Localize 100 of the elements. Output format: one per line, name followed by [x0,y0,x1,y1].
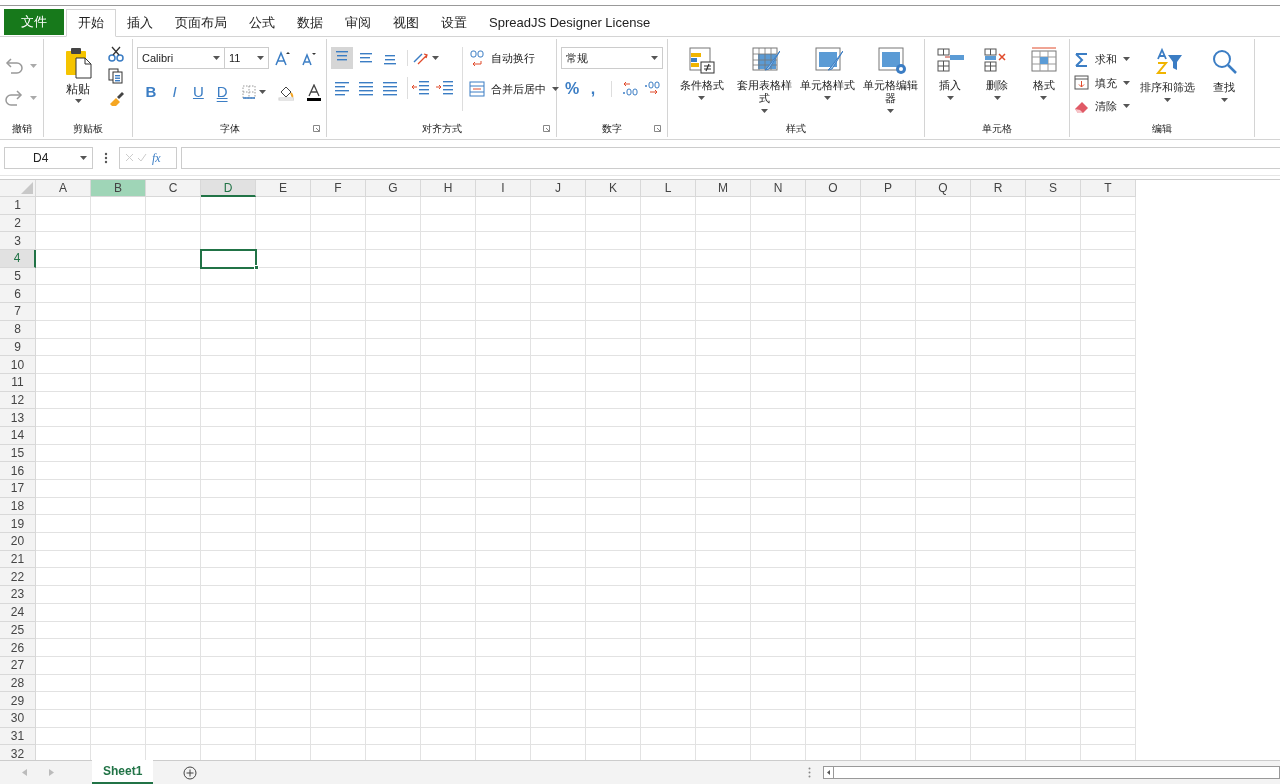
wrap-text-button[interactable]: 自动换行 [469,49,559,67]
column-header[interactable]: A [36,180,91,197]
orientation-button[interactable] [407,50,439,66]
column-header[interactable]: R [971,180,1026,197]
redo-button[interactable] [4,88,37,108]
font-name-dropdown[interactable]: Calibri [137,47,225,69]
horizontal-scrollbar[interactable] [823,766,1280,779]
select-all-triangle-icon[interactable] [21,182,33,194]
number-style-button[interactable]: , [587,77,599,101]
row-header[interactable]: 23 [0,586,36,604]
cut-button[interactable] [108,46,124,62]
ribbon-large-button[interactable]: 单元格编辑器 [861,45,920,113]
ribbon-tab[interactable]: 视图 [382,9,430,36]
dialog-launcher-icon[interactable] [313,125,320,132]
column-header[interactable]: S [1026,180,1081,197]
column-header[interactable]: J [531,180,586,197]
row-header[interactable]: 10 [0,356,36,374]
row-header[interactable]: 1 [0,197,36,215]
font-style-button[interactable]: U [192,81,205,104]
scroll-right-icon[interactable] [49,769,54,776]
borders-button[interactable] [242,85,266,100]
decrease-decimal-button[interactable] [644,81,660,97]
find-button[interactable]: 查找 [1209,47,1239,102]
copy-button[interactable] [108,68,124,84]
ribbon-tab[interactable]: 公式 [238,9,286,36]
add-sheet-icon[interactable] [183,765,198,780]
column-header[interactable]: B [91,180,146,197]
ribbon-large-button[interactable]: 格式 [1022,45,1065,100]
column-header[interactable]: Q [916,180,971,197]
fill-button[interactable]: 填充 [1074,74,1130,91]
row-header[interactable]: 22 [0,568,36,587]
increase-decimal-button[interactable] [622,81,638,97]
ribbon-tab[interactable]: SpreadJS Designer License [478,9,662,36]
format-painter-button[interactable] [108,90,124,106]
font-style-button[interactable]: D [216,81,228,104]
formula-input[interactable] [181,146,1280,169]
row-header[interactable]: 20 [0,533,36,551]
column-header[interactable]: M [696,180,751,197]
fill-handle[interactable] [254,265,259,271]
row-header[interactable]: 3 [0,232,36,251]
ribbon-tab[interactable]: 页面布局 [164,9,238,36]
ribbon-large-button[interactable]: 条件格式 [672,45,731,100]
clear-button[interactable]: 清除 [1074,98,1130,115]
scroll-left-icon[interactable] [22,769,27,776]
font-style-button[interactable]: B [145,81,157,104]
column-header[interactable]: D [201,180,256,197]
undo-button[interactable] [4,56,37,76]
ribbon-tab[interactable]: 开始 [66,9,116,37]
column-header[interactable]: I [476,180,531,197]
column-header[interactable]: H [421,180,476,197]
number-style-button[interactable]: % [565,77,577,101]
column-header[interactable]: K [586,180,641,197]
column-header[interactable]: C [146,180,201,197]
merge-center-button[interactable]: 合并后居中 [469,81,559,98]
cancel-icon[interactable] [125,153,134,162]
row-header[interactable]: 7 [0,303,36,321]
ribbon-large-button[interactable]: 单元格样式 [798,45,857,100]
row-header[interactable]: 13 [0,409,36,427]
dialog-launcher-icon[interactable] [543,125,550,132]
ribbon-tab[interactable]: 设置 [430,9,478,36]
ribbon-tab[interactable]: 插入 [116,9,164,36]
font-style-button[interactable]: I [168,81,181,104]
insert-function-button[interactable]: fx [152,148,161,167]
row-header[interactable]: 29 [0,692,36,710]
font-size-dropdown[interactable]: 11 [225,47,269,69]
column-header[interactable]: N [751,180,806,197]
name-box[interactable]: D4 [4,146,93,169]
active-cell-border[interactable] [200,249,257,270]
dialog-launcher-icon[interactable] [654,125,661,132]
ribbon-large-button[interactable]: 删除 [975,45,1019,100]
sort-filter-button[interactable]: 排序和筛选 [1140,47,1195,102]
row-header[interactable]: 17 [0,480,36,498]
ribbon-tab[interactable]: 数据 [286,9,334,36]
column-header[interactable]: F [311,180,366,197]
column-header[interactable]: G [366,180,421,197]
splitter-dots-icon[interactable] [808,767,811,778]
row-header[interactable]: 4 [0,250,36,268]
column-header[interactable]: P [861,180,916,197]
row-header[interactable]: 16 [0,462,36,480]
sheet-tab[interactable]: Sheet1 [92,760,154,784]
row-header[interactable]: 19 [0,515,36,534]
row-header[interactable]: 6 [0,285,36,304]
grow-font-button[interactable] [275,50,291,66]
ribbon-large-button[interactable]: 套用表格样式 [735,45,794,113]
ribbon-tab[interactable]: 审阅 [334,9,382,36]
row-header[interactable]: 26 [0,639,36,657]
number-format-dropdown[interactable]: 常规 [561,47,663,69]
column-header[interactable]: T [1081,180,1136,197]
file-menu-button[interactable]: 文件 [4,9,64,35]
shrink-font-button[interactable] [301,50,317,66]
font-color-button[interactable] [306,83,322,101]
paste-button[interactable]: 粘贴 [58,47,98,103]
sum-button[interactable]: 求和 [1074,51,1130,68]
column-header[interactable]: L [641,180,696,197]
column-header[interactable]: O [806,180,861,197]
vertical-dots-icon[interactable] [104,151,108,164]
row-header[interactable]: 32 [0,745,36,760]
vertical-align-button[interactable] [331,47,353,69]
column-header[interactable]: E [256,180,311,197]
ribbon-large-button[interactable]: 插入 [929,45,972,100]
